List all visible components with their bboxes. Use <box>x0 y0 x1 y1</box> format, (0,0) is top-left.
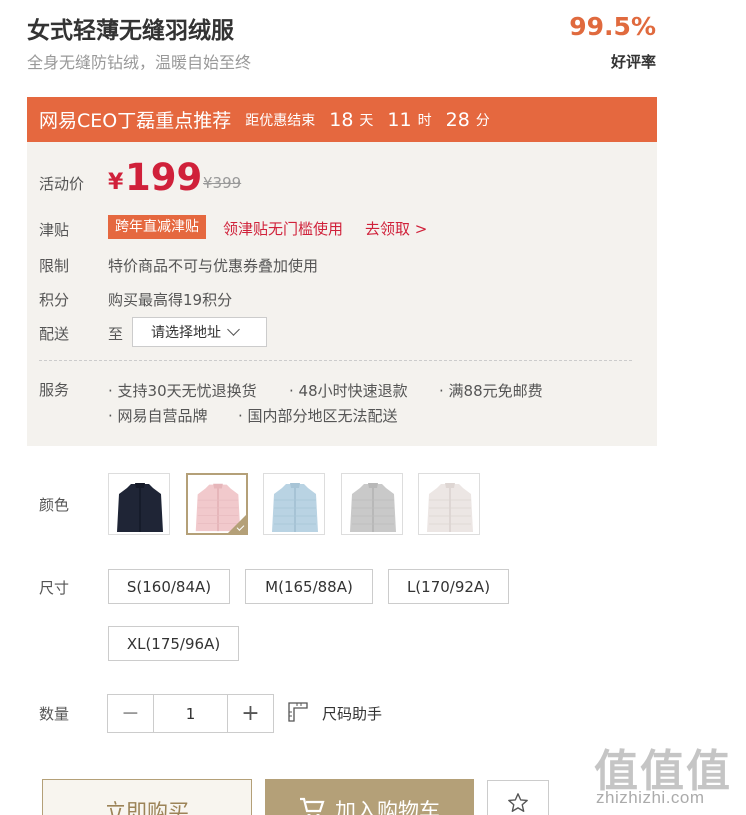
subsidy-label: 津贴 <box>39 221 70 239</box>
service-item: · 48小时快速退款 <box>289 382 408 400</box>
limit-text: 特价商品不可与优惠券叠加使用 <box>108 257 319 275</box>
color-swatch-grey[interactable] <box>341 473 403 535</box>
size-helper-link[interactable]: 尺码助手 <box>322 703 382 724</box>
color-label: 颜色 <box>39 496 70 514</box>
countdown-days: 18 <box>329 108 354 131</box>
size-label: 尺寸 <box>39 579 70 597</box>
divider <box>39 360 632 361</box>
rating-label: 好评率 <box>610 53 656 71</box>
sale-price: 199 <box>125 156 203 199</box>
quantity-value[interactable]: 1 <box>153 695 228 732</box>
buy-now-button[interactable]: 立即购买 <box>42 779 252 815</box>
claim-subsidy-link[interactable]: 去领取 > <box>365 218 427 239</box>
product-subtitle: 全身无缝防钻绒，温暖自始至终 <box>27 53 252 72</box>
add-to-cart-button[interactable]: 加入购物车 <box>265 779 474 815</box>
decrement-button[interactable]: − <box>108 695 153 732</box>
subsidy-link[interactable]: 领津贴无门槛使用 <box>223 218 343 239</box>
jacket-image <box>272 483 318 532</box>
quantity-stepper: − 1 + <box>107 694 274 733</box>
original-price: ¥399 <box>203 174 242 192</box>
address-placeholder: 请选择地址 <box>151 325 221 341</box>
ruler-icon[interactable] <box>287 701 309 723</box>
rating-value: 99.5% <box>569 12 656 41</box>
color-swatch-navy[interactable] <box>108 473 170 535</box>
address-select[interactable]: 请选择地址 <box>132 317 267 347</box>
watermark-site: zhizhizhi.com <box>596 788 705 807</box>
points-text: 购买最高得19积分 <box>108 291 233 309</box>
chevron-down-icon <box>227 323 240 336</box>
countdown-days-unit: 天 <box>359 112 374 129</box>
service-item: · 国内部分地区无法配送 <box>238 407 398 425</box>
cart-icon <box>300 797 325 815</box>
increment-button[interactable]: + <box>228 695 273 732</box>
delivery-label: 配送 <box>39 325 70 343</box>
service-item: · 满88元免邮费 <box>439 382 543 400</box>
favorite-button[interactable] <box>487 780 549 815</box>
product-title: 女式轻薄无缝羽绒服 <box>27 18 234 44</box>
service-item: · 网易自营品牌 <box>108 407 208 425</box>
promo-title: 网易CEO丁磊重点推荐 <box>39 110 232 132</box>
countdown-minutes: 28 <box>445 108 470 131</box>
site-watermark: 值值值 zhizhizhi.com <box>594 735 739 810</box>
service-label: 服务 <box>39 381 70 399</box>
service-item: · 支持30天无忧退换货 <box>108 382 257 400</box>
jacket-image <box>427 483 473 532</box>
countdown-hours-unit: 时 <box>417 112 432 129</box>
promo-ends-label: 距优惠结束 <box>245 112 316 129</box>
color-swatch-light-blue[interactable] <box>263 473 325 535</box>
jacket-image <box>117 483 163 532</box>
limit-label: 限制 <box>39 257 70 275</box>
price-label: 活动价 <box>39 175 85 193</box>
size-option[interactable]: M(165/88A) <box>245 569 373 604</box>
currency-symbol: ¥ <box>108 170 124 195</box>
points-label: 积分 <box>39 291 70 309</box>
star-icon <box>508 792 528 812</box>
color-swatch-pink[interactable] <box>186 473 248 535</box>
size-option[interactable]: XL(175/96A) <box>108 626 239 661</box>
quantity-label: 数量 <box>39 705 70 723</box>
delivery-to: 至 <box>108 325 124 343</box>
countdown-hours: 11 <box>387 108 412 131</box>
countdown-minutes-unit: 分 <box>475 112 490 129</box>
buy-now-label: 立即购买 <box>105 800 189 815</box>
color-swatch-off-white[interactable] <box>418 473 480 535</box>
subsidy-badge: 跨年直减津贴 <box>108 215 206 239</box>
add-to-cart-label: 加入购物车 <box>335 799 440 815</box>
price-info-panel: 活动价 ¥ 199 ¥399 津贴 跨年直减津贴 领津贴无门槛使用 去领取 > … <box>27 142 657 446</box>
promo-banner: 网易CEO丁磊重点推荐 距优惠结束 18 天 11 时 28 分 <box>27 97 657 142</box>
size-option[interactable]: L(170/92A) <box>388 569 509 604</box>
jacket-image <box>350 483 396 532</box>
size-option[interactable]: S(160/84A) <box>108 569 230 604</box>
